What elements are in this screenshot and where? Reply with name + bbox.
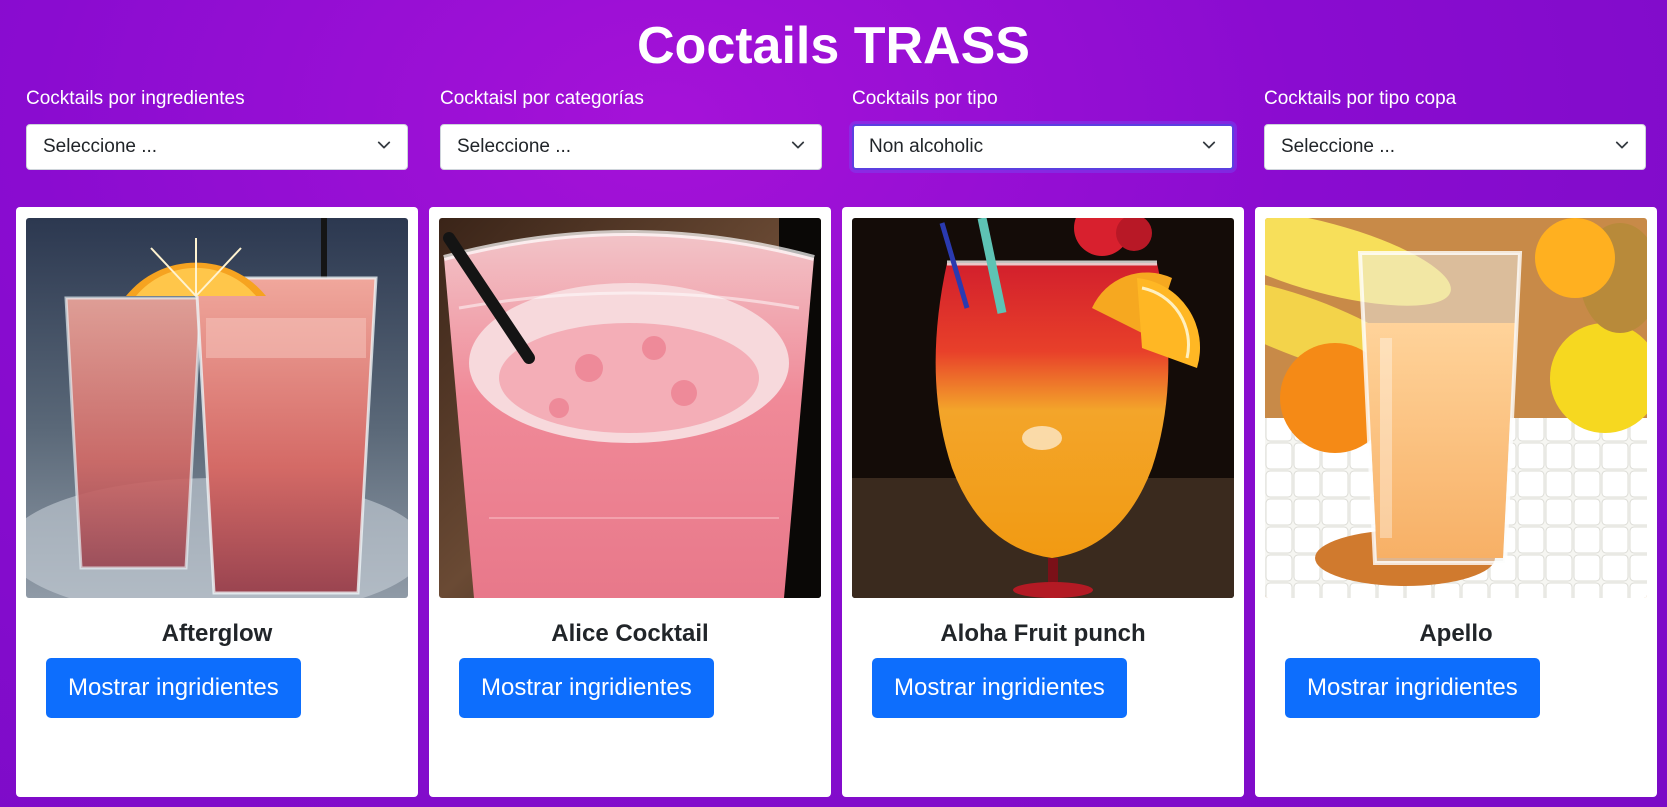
cocktail-image-afterglow [26, 218, 408, 598]
cocktail-image-apello [1265, 218, 1647, 598]
chevron-down-icon [791, 141, 805, 149]
filter-glass-value: Seleccione ... [1281, 136, 1396, 157]
two-glasses-pink-drink-with-orange-icon [26, 218, 408, 598]
filter-glass-label: Cocktails por tipo copa [1264, 88, 1457, 109]
page-title: Coctails TRASS [637, 17, 1030, 75]
filter-glass-select[interactable]: Seleccione ... [1264, 124, 1646, 170]
cocktail-name: Afterglow [161, 620, 273, 647]
cocktail-name: Apello [1419, 620, 1493, 647]
cocktail-image-alice [439, 218, 821, 598]
cocktail-card: Apello Mostrar ingridientes [1255, 207, 1657, 797]
filter-ingredients: Cocktails por ingredientes Seleccione ..… [26, 86, 408, 170]
cocktail-image-aloha [852, 218, 1234, 598]
filter-type-select[interactable]: Non alcoholic [852, 124, 1234, 170]
cocktail-card: Aloha Fruit punch Mostrar ingridientes [842, 207, 1244, 797]
filter-glass: Cocktails por tipo copa Seleccione ... [1264, 86, 1646, 170]
filter-categories: Cocktaisl por categorías Seleccione ... [440, 86, 822, 170]
pink-frothy-drink-with-straw-icon [439, 218, 821, 598]
filter-categories-label: Cocktaisl por categorías [440, 88, 644, 109]
filter-type-label: Cocktails por tipo [852, 88, 998, 109]
cocktail-card: Afterglow Mostrar ingridientes [16, 207, 418, 797]
filters-bar: Cocktails por ingredientes Seleccione ..… [26, 86, 1646, 176]
filter-categories-value: Seleccione ... [457, 136, 572, 157]
filter-type-value: Non alcoholic [869, 136, 984, 157]
filter-ingredients-value: Seleccione ... [43, 136, 158, 157]
filter-categories-select[interactable]: Seleccione ... [440, 124, 822, 170]
cocktail-card: Alice Cocktail Mostrar ingridientes [429, 207, 831, 797]
filter-type: Cocktails por tipo Non alcoholic [852, 86, 1234, 170]
chevron-down-icon [377, 141, 391, 149]
cocktail-grid: Afterglow Mostrar ingridientes Alice Coc… [16, 207, 1657, 797]
cocktail-name: Aloha Fruit punch [940, 620, 1146, 647]
chevron-down-icon [1202, 141, 1216, 149]
show-ingredients-button[interactable]: Mostrar ingridientes [872, 658, 1127, 718]
chevron-down-icon [1615, 141, 1629, 149]
layered-punch-with-orange-slice-icon [852, 218, 1234, 598]
show-ingredients-button[interactable]: Mostrar ingridientes [46, 658, 301, 718]
filter-ingredients-label: Cocktails por ingredientes [26, 88, 245, 109]
show-ingredients-button[interactable]: Mostrar ingridientes [459, 658, 714, 718]
cocktail-name: Alice Cocktail [551, 620, 709, 647]
filter-ingredients-select[interactable]: Seleccione ... [26, 124, 408, 170]
show-ingredients-button[interactable]: Mostrar ingridientes [1285, 658, 1540, 718]
orange-juice-glass-with-fruits-icon [1265, 218, 1647, 598]
